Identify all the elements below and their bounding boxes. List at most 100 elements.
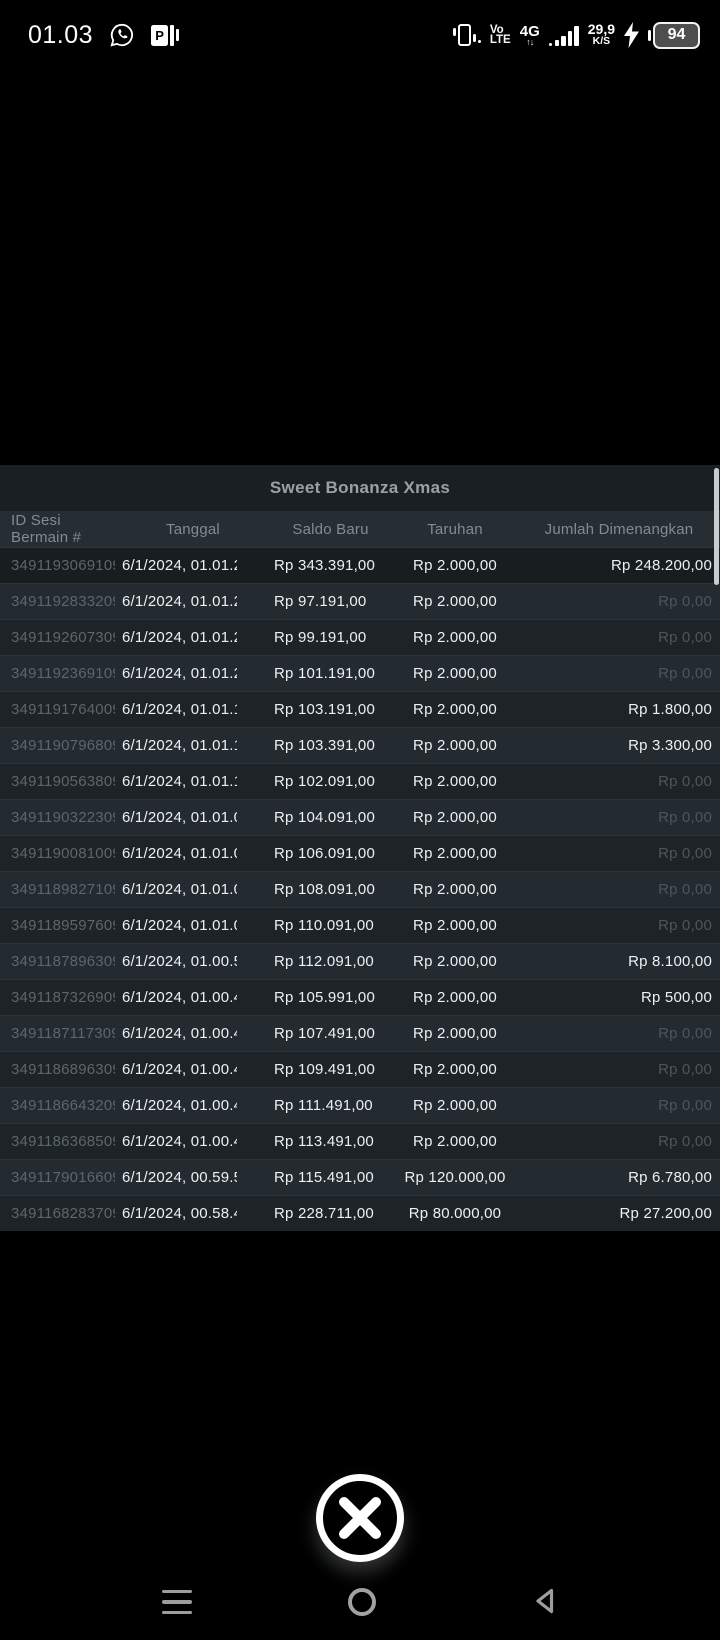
charging-bolt-icon [624, 22, 639, 48]
cell-session-id: 34911878963092 [11, 953, 115, 970]
table-row: 34911907968092 6/1/2024, 01.01.12 Rp 103… [0, 727, 720, 763]
col-header-session-id: ID Sesi Bermain # [11, 512, 82, 546]
col-header-balance: Saldo Baru [292, 520, 369, 538]
cell-win: Rp 248.200,00 [610, 557, 712, 574]
cell-balance: Rp 102.091,00 [274, 773, 376, 790]
table-row: 34911917640092 6/1/2024, 01.01.19 Rp 103… [0, 691, 720, 727]
back-icon [536, 1588, 554, 1613]
cell-session-id: 34911923691092 [11, 665, 115, 682]
cell-win: Rp 0,00 [658, 665, 712, 682]
cell-bet: Rp 2.000,00 [413, 701, 497, 718]
table-row: 34911682837092 6/1/2024, 00.58.44 Rp 228… [0, 1195, 720, 1231]
cell-session-id: 34911905638092 [11, 773, 115, 790]
status-bar: 01.03 P Vo LTE 4G ↑↓ 29,9 K/S 94 [0, 0, 720, 62]
cell-session-id: 34911903223092 [11, 809, 115, 826]
cell-win: Rp 0,00 [658, 1061, 712, 1078]
cell-win: Rp 3.300,00 [628, 737, 712, 754]
home-button[interactable] [348, 1588, 376, 1616]
cell-session-id: 34911895976092 [11, 917, 115, 934]
cell-date: 6/1/2024, 01.00.46 [122, 1061, 237, 1078]
cell-date: 6/1/2024, 01.01.12 [122, 737, 237, 754]
table-row: 34911866432092 6/1/2024, 01.00.45 Rp 111… [0, 1087, 720, 1123]
cell-win: Rp 0,00 [658, 809, 712, 826]
table-row: 34911928332092 6/1/2024, 01.01.26 Rp 97.… [0, 583, 720, 619]
cell-session-id: 34911926073092 [11, 629, 115, 646]
clock: 01.03 [28, 20, 94, 49]
cell-win: Rp 0,00 [658, 1097, 712, 1114]
cell-bet: Rp 2.000,00 [413, 665, 497, 682]
table-row: 34911923691092 6/1/2024, 01.01.23 Rp 101… [0, 655, 720, 691]
cell-date: 6/1/2024, 01.00.43 [122, 1133, 237, 1150]
cell-win: Rp 1.800,00 [628, 701, 712, 718]
cell-session-id: 34911917640092 [11, 701, 115, 718]
cell-date: 6/1/2024, 01.01.24 [122, 629, 237, 646]
cell-balance: Rp 111.491,00 [274, 1097, 373, 1114]
cell-win: Rp 0,00 [658, 1025, 712, 1042]
cell-session-id: 34911863685092 [11, 1133, 115, 1150]
close-icon [339, 1497, 381, 1539]
table-row: 34911863685092 6/1/2024, 01.00.43 Rp 113… [0, 1123, 720, 1159]
close-button[interactable] [316, 1474, 404, 1562]
cell-balance: Rp 99.191,00 [274, 629, 367, 646]
cell-bet: Rp 2.000,00 [413, 557, 497, 574]
cell-session-id: 34911900810092 [11, 845, 115, 862]
battery-percent: 94 [653, 21, 700, 49]
table-row: 34911900810092 6/1/2024, 01.01.07 Rp 106… [0, 835, 720, 871]
cell-date: 6/1/2024, 01.01.04 [122, 917, 237, 934]
cell-date: 6/1/2024, 01.01.07 [122, 845, 237, 862]
table-row: 34911878963092 6/1/2024, 01.00.53 Rp 112… [0, 943, 720, 979]
cell-session-id: 34911868963092 [11, 1061, 115, 1078]
table-row: 34911903223092 6/1/2024, 01.01.09 Rp 104… [0, 799, 720, 835]
cell-session-id: 34911871173092 [11, 1025, 115, 1042]
cell-balance: Rp 112.091,00 [274, 953, 374, 970]
menu-button[interactable] [162, 1589, 192, 1615]
table-row: 34911930691092 6/1/2024, 01.01.27 Rp 343… [0, 547, 720, 583]
cell-win: Rp 0,00 [658, 845, 712, 862]
cell-session-id: 34911930691092 [11, 557, 115, 574]
cell-date: 6/1/2024, 01.00.45 [122, 1097, 237, 1114]
cell-balance: Rp 101.191,00 [274, 665, 376, 682]
cell-date: 6/1/2024, 01.01.06 [122, 881, 237, 898]
cell-bet: Rp 2.000,00 [413, 1025, 497, 1042]
cell-balance: Rp 104.091,00 [274, 809, 376, 826]
cell-balance: Rp 110.091,00 [274, 917, 374, 934]
table-row: 34911868963092 6/1/2024, 01.00.46 Rp 109… [0, 1051, 720, 1087]
cell-bet: Rp 2.000,00 [413, 1061, 497, 1078]
cell-balance: Rp 108.091,00 [274, 881, 376, 898]
cell-date: 6/1/2024, 01.00.48 [122, 1025, 237, 1042]
cell-win: Rp 0,00 [658, 629, 712, 646]
col-header-win: Jumlah Dimenangkan [544, 520, 694, 538]
table-header: ID Sesi Bermain # Tanggal Saldo Baru Tar… [0, 511, 720, 547]
game-history-panel: Sweet Bonanza Xmas ID Sesi Bermain # Tan… [0, 465, 720, 1231]
cell-balance: Rp 115.491,00 [274, 1169, 374, 1186]
panel-title: Sweet Bonanza Xmas [0, 465, 720, 511]
cell-win: Rp 0,00 [658, 881, 712, 898]
table-row: 34911898271092 6/1/2024, 01.01.06 Rp 108… [0, 871, 720, 907]
table-row: 34911895976092 6/1/2024, 01.01.04 Rp 110… [0, 907, 720, 943]
cell-date: 6/1/2024, 01.01.09 [122, 809, 237, 826]
cell-date: 6/1/2024, 01.00.53 [122, 953, 237, 970]
cell-bet: Rp 2.000,00 [413, 881, 497, 898]
cell-bet: Rp 2.000,00 [413, 953, 497, 970]
cell-balance: Rp 343.391,00 [274, 557, 376, 574]
cell-win: Rp 27.200,00 [619, 1205, 712, 1222]
cell-bet: Rp 2.000,00 [413, 593, 497, 610]
android-nav-bar [0, 1578, 720, 1626]
signal-bars-icon [548, 25, 579, 46]
cell-bet: Rp 2.000,00 [413, 773, 497, 790]
table-row: 34911871173092 6/1/2024, 01.00.48 Rp 107… [0, 1015, 720, 1051]
cell-bet: Rp 2.000,00 [413, 1097, 497, 1114]
back-button[interactable] [532, 1587, 558, 1618]
cell-balance: Rp 107.491,00 [274, 1025, 376, 1042]
network-speed: 29,9 K/S [587, 20, 615, 47]
cell-session-id: 34911873269092 [11, 989, 115, 1006]
cell-balance: Rp 113.491,00 [274, 1133, 374, 1150]
cell-session-id: 34911898271092 [11, 881, 115, 898]
network-type-indicator: 4G ↑↓ [519, 22, 540, 47]
cell-win: Rp 0,00 [658, 917, 712, 934]
cell-win: Rp 500,00 [640, 989, 712, 1006]
cell-balance: Rp 106.091,00 [274, 845, 376, 862]
scrollbar-thumb[interactable] [714, 468, 719, 585]
cell-bet: Rp 2.000,00 [413, 737, 497, 754]
cell-balance: Rp 97.191,00 [274, 593, 367, 610]
